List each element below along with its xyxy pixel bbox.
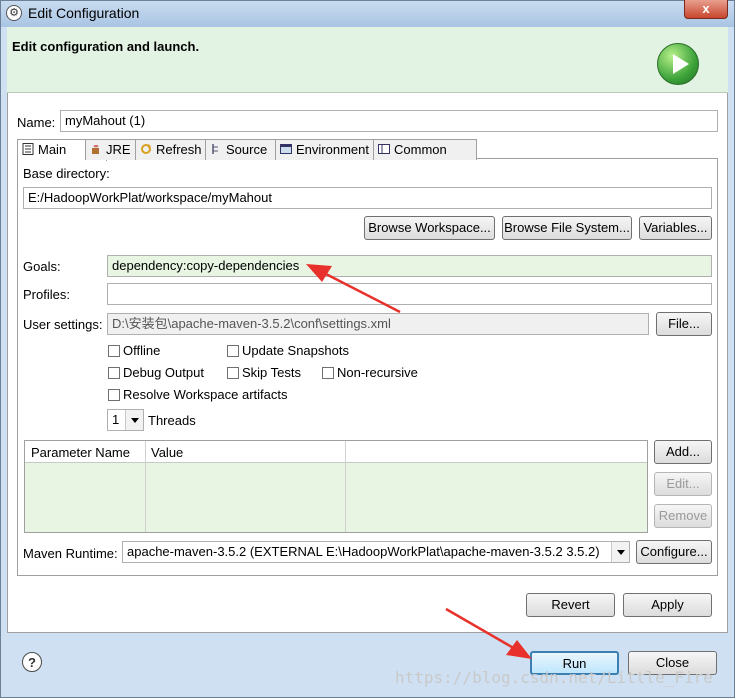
goals-annotation-arrow (306, 264, 401, 314)
annotation-arrows (306, 264, 532, 659)
run-annotation-arrow (445, 607, 532, 659)
